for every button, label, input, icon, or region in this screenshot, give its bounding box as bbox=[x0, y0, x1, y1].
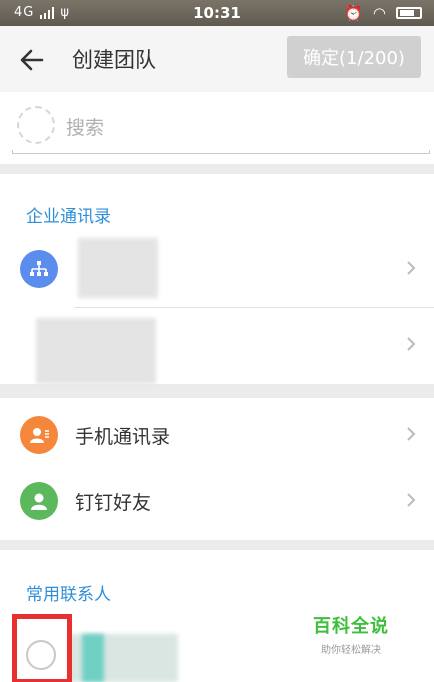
enterprise-dept-row[interactable] bbox=[0, 308, 434, 384]
search-bar: 搜索 bbox=[0, 92, 434, 164]
org-chart-icon bbox=[20, 250, 58, 288]
status-bar: 4G ψ 10:31 ⏰ ◠ bbox=[0, 0, 434, 26]
chevron-right-icon bbox=[407, 337, 416, 351]
phone-contacts-icon bbox=[20, 416, 58, 454]
wifi-icon: ◠ bbox=[372, 4, 386, 22]
status-right: ⏰ ◠ bbox=[344, 4, 422, 22]
highlight-annotation-box bbox=[12, 614, 72, 682]
dingtalk-friends-icon bbox=[20, 482, 58, 520]
back-arrow-icon[interactable] bbox=[18, 46, 46, 74]
phone-contacts-row[interactable]: 手机通讯录 bbox=[0, 398, 434, 474]
blurred-dept-info bbox=[36, 318, 156, 384]
battery-icon bbox=[396, 7, 422, 19]
frequent-contacts-title: 常用联系人 bbox=[26, 585, 111, 605]
contacts-section: 手机通讯录 钉钉好友 bbox=[0, 398, 434, 540]
watermark-title: 百科全说 bbox=[313, 616, 389, 637]
watermark: 百科全说 助你轻松解决 bbox=[313, 612, 389, 656]
phone-contacts-label: 手机通讯录 bbox=[75, 426, 171, 448]
enterprise-section: 企业通讯录 bbox=[0, 174, 434, 384]
selected-avatar-placeholder bbox=[17, 106, 55, 144]
dingtalk-friends-label: 钉钉好友 bbox=[75, 492, 152, 514]
page-title: 创建团队 bbox=[72, 48, 156, 72]
alarm-icon: ⏰ bbox=[344, 4, 363, 22]
search-input[interactable]: 搜索 bbox=[66, 113, 104, 140]
blurred-contact-avatar bbox=[82, 634, 104, 682]
chevron-right-icon bbox=[407, 427, 416, 441]
chevron-right-icon bbox=[407, 261, 416, 275]
app-header: 创建团队 确定(1/200) bbox=[0, 26, 434, 92]
search-underline bbox=[12, 150, 430, 154]
watermark-subtitle: 助你轻松解决 bbox=[321, 645, 381, 656]
blurred-org-name bbox=[78, 238, 158, 298]
enterprise-org-row[interactable] bbox=[0, 232, 434, 308]
enterprise-section-title: 企业通讯录 bbox=[26, 207, 111, 227]
confirm-button[interactable]: 确定(1/200) bbox=[287, 36, 421, 78]
chevron-right-icon bbox=[407, 493, 416, 507]
dingtalk-friends-row[interactable]: 钉钉好友 bbox=[0, 464, 434, 540]
